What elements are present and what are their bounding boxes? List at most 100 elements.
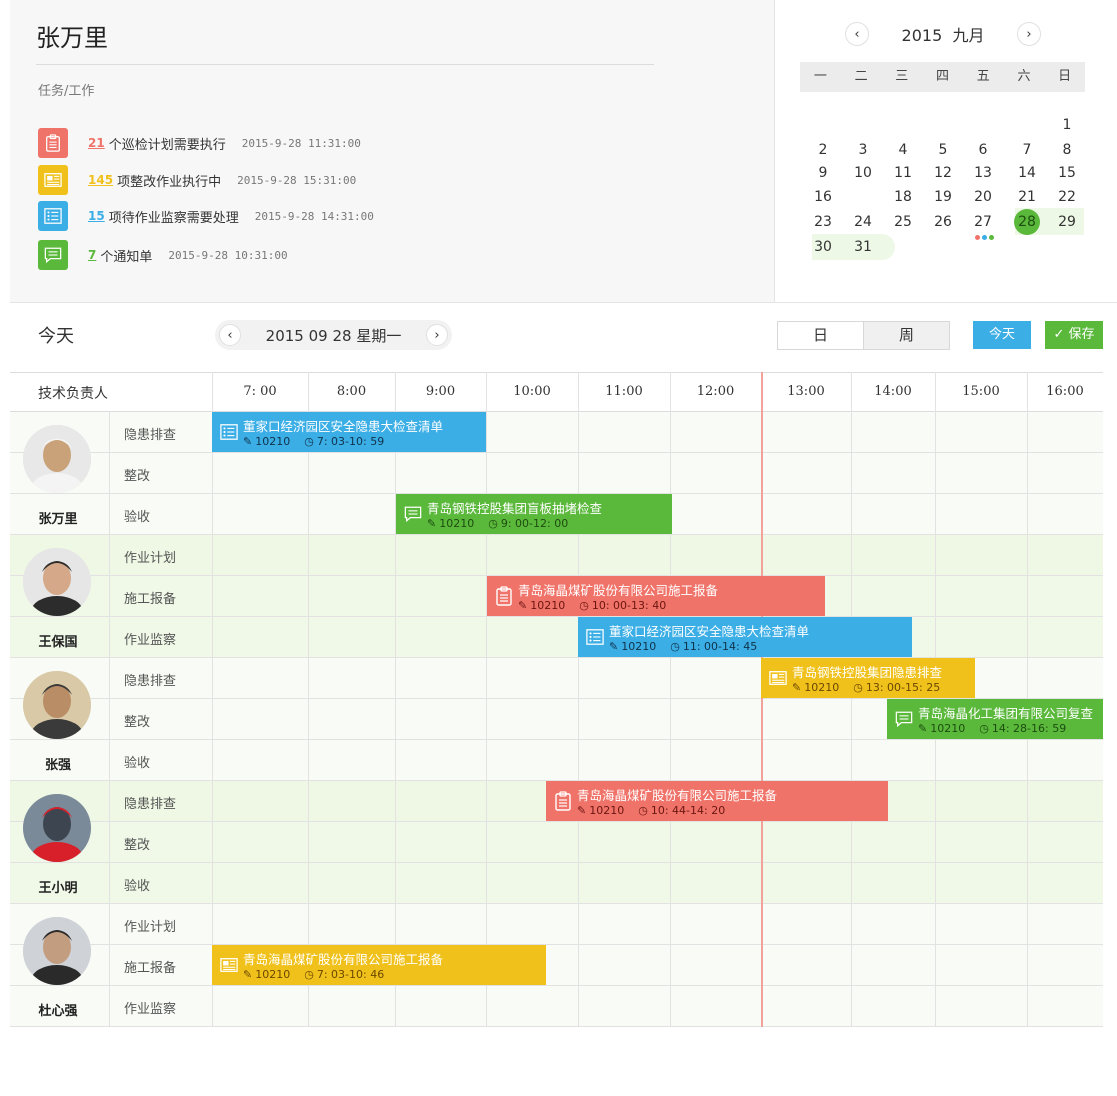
event-code: 10210	[530, 599, 566, 612]
calendar-day[interactable]: 11	[883, 161, 923, 185]
schedule-event[interactable]: 青岛海晶煤矿股份有限公司施工报备 ✎ 10210 ◷ 10: 00-13: 40	[487, 576, 825, 616]
calendar-day[interactable]: 10	[843, 161, 883, 185]
calendar-day[interactable]: 22	[1047, 185, 1087, 209]
schedule-event[interactable]: 青岛钢铁控股集团隐患排查 ✎ 10210 ◷ 13: 00-15: 25	[761, 658, 975, 698]
calendar-day[interactable]: 30	[803, 235, 843, 259]
event-title: 青岛海晶煤矿股份有限公司施工报备	[243, 952, 444, 967]
event-meta: ✎ 10210 ◷ 7: 03-10: 59	[243, 435, 384, 448]
calendar-day[interactable]: 16	[803, 185, 843, 209]
calendar-day[interactable]: 13	[963, 161, 1003, 185]
current-date: 2015 09 28 星期一	[265, 326, 402, 345]
row-type-label: 整改	[124, 469, 151, 484]
calendar-day[interactable]: 1	[1047, 113, 1087, 137]
task-item[interactable]: 21 个巡检计划需要执行 2015-9-28 11:31:00	[38, 128, 361, 158]
calendar-day[interactable]: 8	[1047, 138, 1087, 162]
calendar-day[interactable]: 5	[923, 138, 963, 162]
task-count-link[interactable]: 21	[82, 136, 109, 150]
calendar-weekday-header: 一二三四五六日	[800, 62, 1085, 92]
event-meta: ✎ 10210 ◷ 7: 03-10: 46	[243, 968, 384, 981]
calendar-day[interactable]: 31	[843, 235, 883, 259]
pin-icon: ✎	[577, 804, 587, 817]
event-code: 10210	[589, 804, 625, 817]
clock-icon: ◷	[304, 435, 314, 448]
task-item[interactable]: 145 项整改作业执行中 2015-9-28 15:31:00	[38, 165, 356, 195]
task-timestamp: 2015-9-28 15:31:00	[237, 173, 357, 187]
calendar-day[interactable]: 7	[1007, 138, 1047, 162]
schedule-row: 施工报备	[10, 945, 1103, 986]
page-title: 张万里	[36, 24, 108, 52]
task-count-link[interactable]: 145	[82, 173, 117, 187]
calendar-day[interactable]: 23	[803, 210, 843, 234]
calendar-day[interactable]: 24	[843, 210, 883, 234]
view-week-tab[interactable]: 周	[864, 322, 949, 349]
calendar-day[interactable]: 12	[923, 161, 963, 185]
person-name: 王保国	[38, 635, 78, 650]
task-count-link[interactable]: 7	[82, 248, 100, 262]
row-type-label: 验收	[124, 510, 151, 525]
event-code: 10210	[621, 640, 657, 653]
view-switch: 日 周	[777, 321, 950, 350]
hour-header: 14:00	[874, 384, 912, 399]
calendar-day[interactable]: 18	[883, 185, 923, 209]
list-icon	[220, 422, 238, 442]
calendar-day[interactable]: 15	[1047, 161, 1087, 185]
calendar-next-month-button[interactable]: ›	[1017, 22, 1041, 46]
today-label: 今天	[38, 326, 74, 347]
schedule-event[interactable]: 董家口经济园区安全隐患大检查清单 ✎ 10210 ◷ 11: 00-14: 45	[578, 617, 912, 657]
calendar-day[interactable]: 25	[883, 210, 923, 234]
clock-icon: ◷	[670, 640, 680, 653]
task-summary-panel: 张万里 任务/工作 21 个巡检计划需要执行 2015-9-28 11:31:00 1…	[10, 0, 775, 302]
task-count-link[interactable]: 15	[82, 209, 109, 223]
calendar-prev-month-button[interactable]: ‹	[845, 22, 869, 46]
event-time: 7: 03-10: 59	[316, 435, 385, 448]
calendar-day[interactable]: 28	[1007, 210, 1047, 234]
schedule-event[interactable]: 青岛海晶化工集团有限公司复查 ✎ 10210 ◷ 14: 28-16: 59	[887, 699, 1103, 739]
calendar-day[interactable]: 29	[1047, 210, 1087, 234]
today-button[interactable]: 今天	[973, 321, 1031, 349]
calendar-day[interactable]: 20	[963, 185, 1003, 209]
task-item[interactable]: 7 个通知单 2015-9-28 10:31:00	[38, 240, 288, 270]
prev-day-button[interactable]: ‹	[219, 324, 241, 346]
calendar-day[interactable]: 4	[883, 138, 923, 162]
task-item[interactable]: 15 项待作业监察需要处理 2015-9-28 14:31:00	[38, 201, 374, 231]
calendar-day[interactable]: 26	[923, 210, 963, 234]
current-time-line	[761, 372, 763, 1027]
calendar-day[interactable]: 9	[803, 161, 843, 185]
event-title: 青岛钢铁控股集团隐患排查	[792, 665, 943, 680]
clipboard-icon	[554, 791, 572, 811]
calendar-day[interactable]: 14	[1007, 161, 1047, 185]
calendar-day[interactable]: 2	[803, 138, 843, 162]
calendar-weekday: 三	[895, 69, 909, 84]
task-text: 项整改作业执行中	[117, 174, 222, 190]
row-type-label: 隐患排查	[124, 428, 177, 443]
schedule-event[interactable]: 青岛海晶煤矿股份有限公司施工报备 ✎ 10210 ◷ 10: 44-14: 20	[546, 781, 888, 821]
calendar-day[interactable]: 6	[963, 138, 1003, 162]
event-title: 青岛海晶煤矿股份有限公司施工报备	[577, 788, 778, 803]
schedule-event[interactable]: 青岛海晶煤矿股份有限公司施工报备 ✎ 10210 ◷ 7: 03-10: 46	[212, 945, 546, 985]
calendar-day[interactable]: 27	[963, 210, 1003, 234]
calendar-day[interactable]: 3	[843, 138, 883, 162]
calendar-day[interactable]: 21	[1007, 185, 1047, 209]
clock-icon: ◷	[304, 968, 314, 981]
calendar-weekday: 二	[854, 69, 868, 84]
schedule-grid: 技术负责人 7: 00 8:00 9:00 10:00 11:00 12:00 13:00 1…	[10, 372, 1103, 1027]
message-icon	[38, 240, 68, 270]
view-day-tab[interactable]: 日	[778, 322, 864, 349]
calendar-weekday: 四	[936, 69, 950, 84]
grid-line	[212, 372, 213, 1027]
calendar-month: 九月	[952, 26, 985, 45]
row-type-label: 整改	[124, 838, 151, 853]
calendar-day[interactable]: 19	[923, 185, 963, 209]
hour-header: 9:00	[425, 384, 456, 399]
row-type-label: 隐患排查	[124, 674, 177, 689]
calendar-weekday: 一	[813, 69, 827, 84]
person-name: 杜心强	[38, 1004, 78, 1019]
schedule-event[interactable]: 董家口经济园区安全隐患大检查清单 ✎ 10210 ◷ 7: 03-10: 59	[212, 412, 486, 452]
next-day-button[interactable]: ›	[426, 324, 448, 346]
save-button[interactable]: ✓ 保存	[1045, 321, 1103, 349]
event-time: 14: 28-16: 59	[991, 722, 1067, 735]
row-type-label: 施工报备	[124, 961, 177, 976]
grid-line	[578, 372, 579, 1027]
schedule-event[interactable]: 青岛钢铁控股集团盲板抽堵检查 ✎ 10210 ◷ 9: 00-12: 00	[396, 494, 672, 534]
divider	[36, 64, 654, 65]
